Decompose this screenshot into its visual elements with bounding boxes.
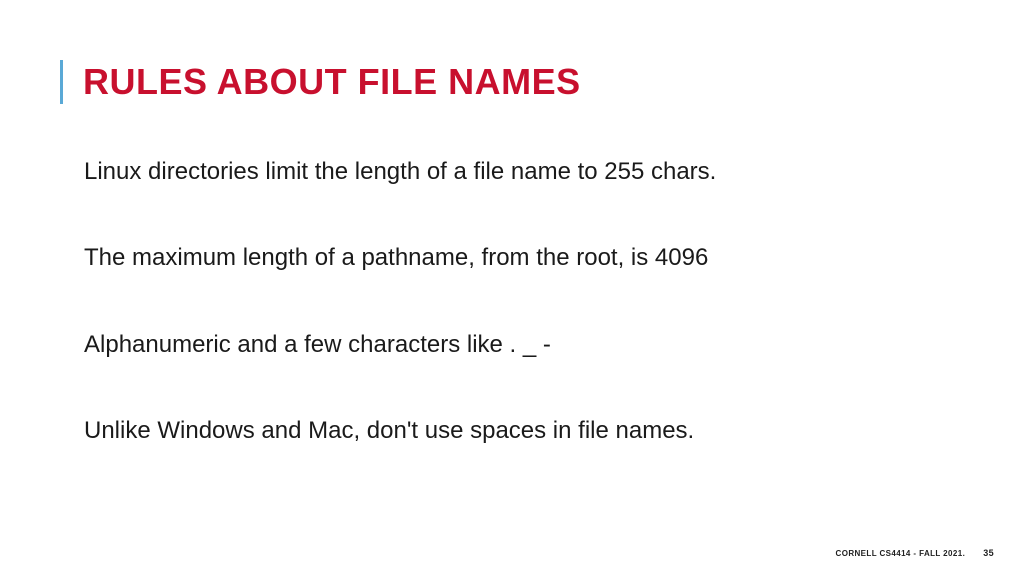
body-line: Unlike Windows and Mac, don't use spaces… — [84, 415, 934, 447]
body-line: Linux directories limit the length of a … — [84, 156, 934, 188]
body-line: The maximum length of a pathname, from t… — [84, 242, 934, 274]
slide-title: RULES ABOUT FILE NAMES — [83, 61, 581, 103]
slide: RULES ABOUT FILE NAMES Linux directories… — [0, 0, 1024, 576]
title-wrap: RULES ABOUT FILE NAMES — [60, 60, 934, 104]
footer-course: CORNELL CS4414 - FALL 2021. — [836, 549, 966, 558]
body-line: Alphanumeric and a few characters like .… — [84, 329, 934, 361]
slide-body: Linux directories limit the length of a … — [60, 156, 934, 448]
accent-bar — [60, 60, 63, 104]
page-number: 35 — [983, 548, 994, 558]
slide-footer: CORNELL CS4414 - FALL 2021. 35 — [836, 548, 994, 558]
